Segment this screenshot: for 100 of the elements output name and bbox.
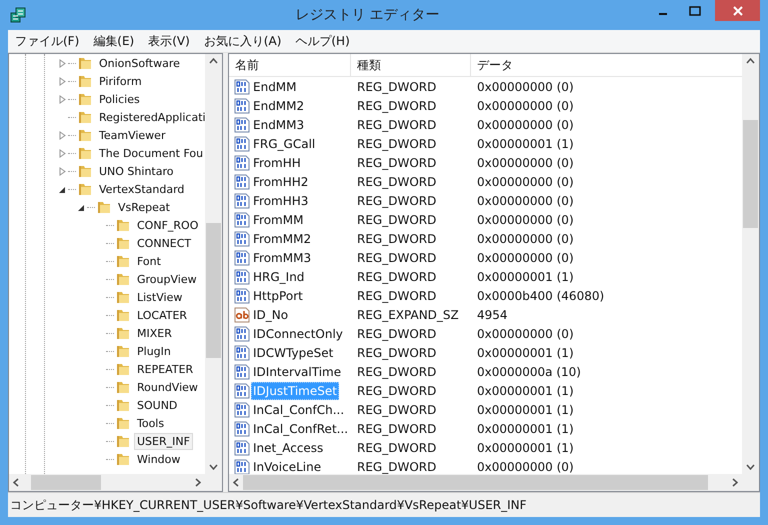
- scrollbar-thumb[interactable]: [206, 223, 221, 358]
- value-name[interactable]: InVoiceLine: [251, 458, 324, 474]
- value-name[interactable]: ID_No: [251, 306, 290, 324]
- menu-item[interactable]: ファイル(F): [8, 32, 86, 50]
- value-name[interactable]: FromMM: [251, 210, 306, 228]
- value-data: 0x00000000 (0): [476, 232, 575, 246]
- column-header[interactable]: 名前: [229, 54, 351, 76]
- scrollbar-thumb[interactable]: [743, 120, 758, 228]
- folder-icon: [115, 235, 131, 251]
- tree-item[interactable]: RegisteredApplicati: [96, 108, 205, 126]
- tree-item[interactable]: SOUND: [134, 396, 180, 414]
- tree-item[interactable]: LOCATER: [134, 306, 190, 324]
- scroll-right-icon[interactable]: [732, 478, 738, 487]
- tree-item[interactable]: MIXER: [134, 324, 175, 342]
- value-name[interactable]: IDIntervalTime: [251, 362, 344, 380]
- scroll-up-icon[interactable]: [209, 58, 218, 64]
- menu-item[interactable]: 表示(V): [141, 32, 197, 50]
- folder-icon: [77, 109, 93, 125]
- value-name[interactable]: IDConnectOnly: [251, 324, 345, 342]
- binary-value-icon: [234, 364, 250, 380]
- tree-item[interactable]: PlugIn: [134, 342, 174, 360]
- menu-item[interactable]: 編集(E): [86, 32, 142, 50]
- tree-item[interactable]: Tools: [134, 414, 168, 432]
- value-name[interactable]: InCal_ConfCh...: [251, 400, 346, 418]
- folder-icon: [115, 361, 131, 377]
- tree-item[interactable]: VertexStandard: [96, 180, 188, 198]
- tree-item[interactable]: TeamViewer: [96, 126, 168, 144]
- folder-icon: [115, 415, 131, 431]
- value-name[interactable]: IDCWTypeSet: [251, 344, 336, 362]
- window-title: レジストリ エディター: [294, 6, 441, 24]
- scrollbar-thumb[interactable]: [243, 475, 708, 490]
- collapse-arrow-icon[interactable]: [78, 202, 85, 212]
- binary-value-icon: [234, 326, 250, 342]
- horizontal-scrollbar[interactable]: [229, 474, 742, 491]
- value-name[interactable]: EndMM3: [251, 116, 306, 134]
- binary-value-icon: [234, 98, 250, 114]
- menu-item[interactable]: ヘルプ(H): [288, 32, 357, 50]
- tree-item[interactable]: Piriform: [96, 72, 145, 90]
- value-name[interactable]: FromHH2: [251, 172, 310, 190]
- value-data: 4954: [476, 308, 509, 322]
- vertical-scrollbar[interactable]: [205, 54, 222, 474]
- column-header[interactable]: データ: [471, 54, 742, 76]
- tree-item[interactable]: Window: [134, 450, 184, 468]
- tree-item[interactable]: The Document Fou: [96, 144, 205, 162]
- horizontal-scrollbar[interactable]: [9, 474, 205, 491]
- value-name[interactable]: Inet_Access: [251, 438, 326, 456]
- tree-item[interactable]: ListView: [134, 288, 186, 306]
- binary-value-icon: [234, 344, 250, 360]
- tree-item[interactable]: REPEATER: [134, 360, 196, 378]
- tree-item[interactable]: RoundView: [134, 378, 201, 396]
- scroll-down-icon[interactable]: [209, 464, 218, 470]
- value-data: 0x00000000 (0): [476, 80, 575, 94]
- tree-item[interactable]: VsRepeat: [115, 198, 173, 216]
- collapse-arrow-icon[interactable]: [59, 184, 66, 194]
- binary-value-icon: [234, 420, 250, 436]
- folder-icon: [115, 343, 131, 359]
- tree-item[interactable]: OnionSoftware: [96, 54, 183, 72]
- value-data: 0x00000001 (1): [476, 384, 575, 398]
- tree-item[interactable]: Font: [134, 252, 164, 270]
- binary-value-icon: [234, 78, 250, 94]
- value-name[interactable]: HttpPort: [251, 286, 305, 304]
- folder-icon: [77, 145, 93, 161]
- binary-value-icon: [234, 268, 250, 284]
- value-type: REG_DWORD: [356, 212, 438, 226]
- scroll-up-icon[interactable]: [746, 58, 755, 64]
- value-name[interactable]: FRG_GCall: [251, 134, 318, 152]
- close-button[interactable]: [715, 0, 760, 21]
- scroll-left-icon[interactable]: [233, 478, 239, 487]
- value-name[interactable]: FromHH3: [251, 192, 310, 210]
- string-value-icon: [234, 306, 250, 322]
- vertical-scrollbar[interactable]: [742, 54, 759, 474]
- value-name[interactable]: HRG_Ind: [251, 268, 306, 286]
- value-type: REG_DWORD: [356, 460, 438, 474]
- value-name[interactable]: EndMM2: [251, 96, 306, 114]
- tree-item[interactable]: GroupView: [134, 270, 200, 288]
- value-name[interactable]: FromHH: [251, 154, 303, 172]
- folder-icon: [115, 397, 131, 413]
- value-name[interactable]: FromMM2: [251, 230, 314, 248]
- value-type: REG_EXPAND_SZ: [356, 308, 460, 322]
- tree-item[interactable]: USER_INF: [134, 432, 193, 450]
- folder-icon: [115, 433, 131, 449]
- binary-value-icon: [234, 402, 250, 418]
- value-type: REG_DWORD: [356, 270, 438, 284]
- maximize-icon: [689, 6, 701, 16]
- tree-item[interactable]: CONNECT: [134, 234, 194, 252]
- tree-item[interactable]: Policies: [96, 90, 143, 108]
- tree-item[interactable]: UNO Shintaro: [96, 162, 176, 180]
- scroll-left-icon[interactable]: [13, 478, 19, 487]
- scroll-right-icon[interactable]: [195, 478, 201, 487]
- column-header[interactable]: 種類: [351, 54, 471, 76]
- menu-item[interactable]: お気に入り(A): [196, 32, 288, 50]
- value-name[interactable]: FromMM3: [251, 248, 314, 266]
- value-name[interactable]: InCal_ConfRet...: [251, 420, 350, 438]
- value-type: REG_DWORD: [356, 136, 438, 150]
- scroll-down-icon[interactable]: [746, 464, 755, 470]
- tree-item[interactable]: CONF_ROO: [134, 216, 202, 234]
- status-path: コンピューター¥HKEY_CURRENT_USER¥Software¥VertexStandard¥VsRepeat¥USER_INF: [10, 496, 527, 514]
- folder-icon: [115, 217, 131, 233]
- value-name[interactable]: EndMM: [251, 78, 299, 96]
- scrollbar-thumb[interactable]: [31, 475, 101, 490]
